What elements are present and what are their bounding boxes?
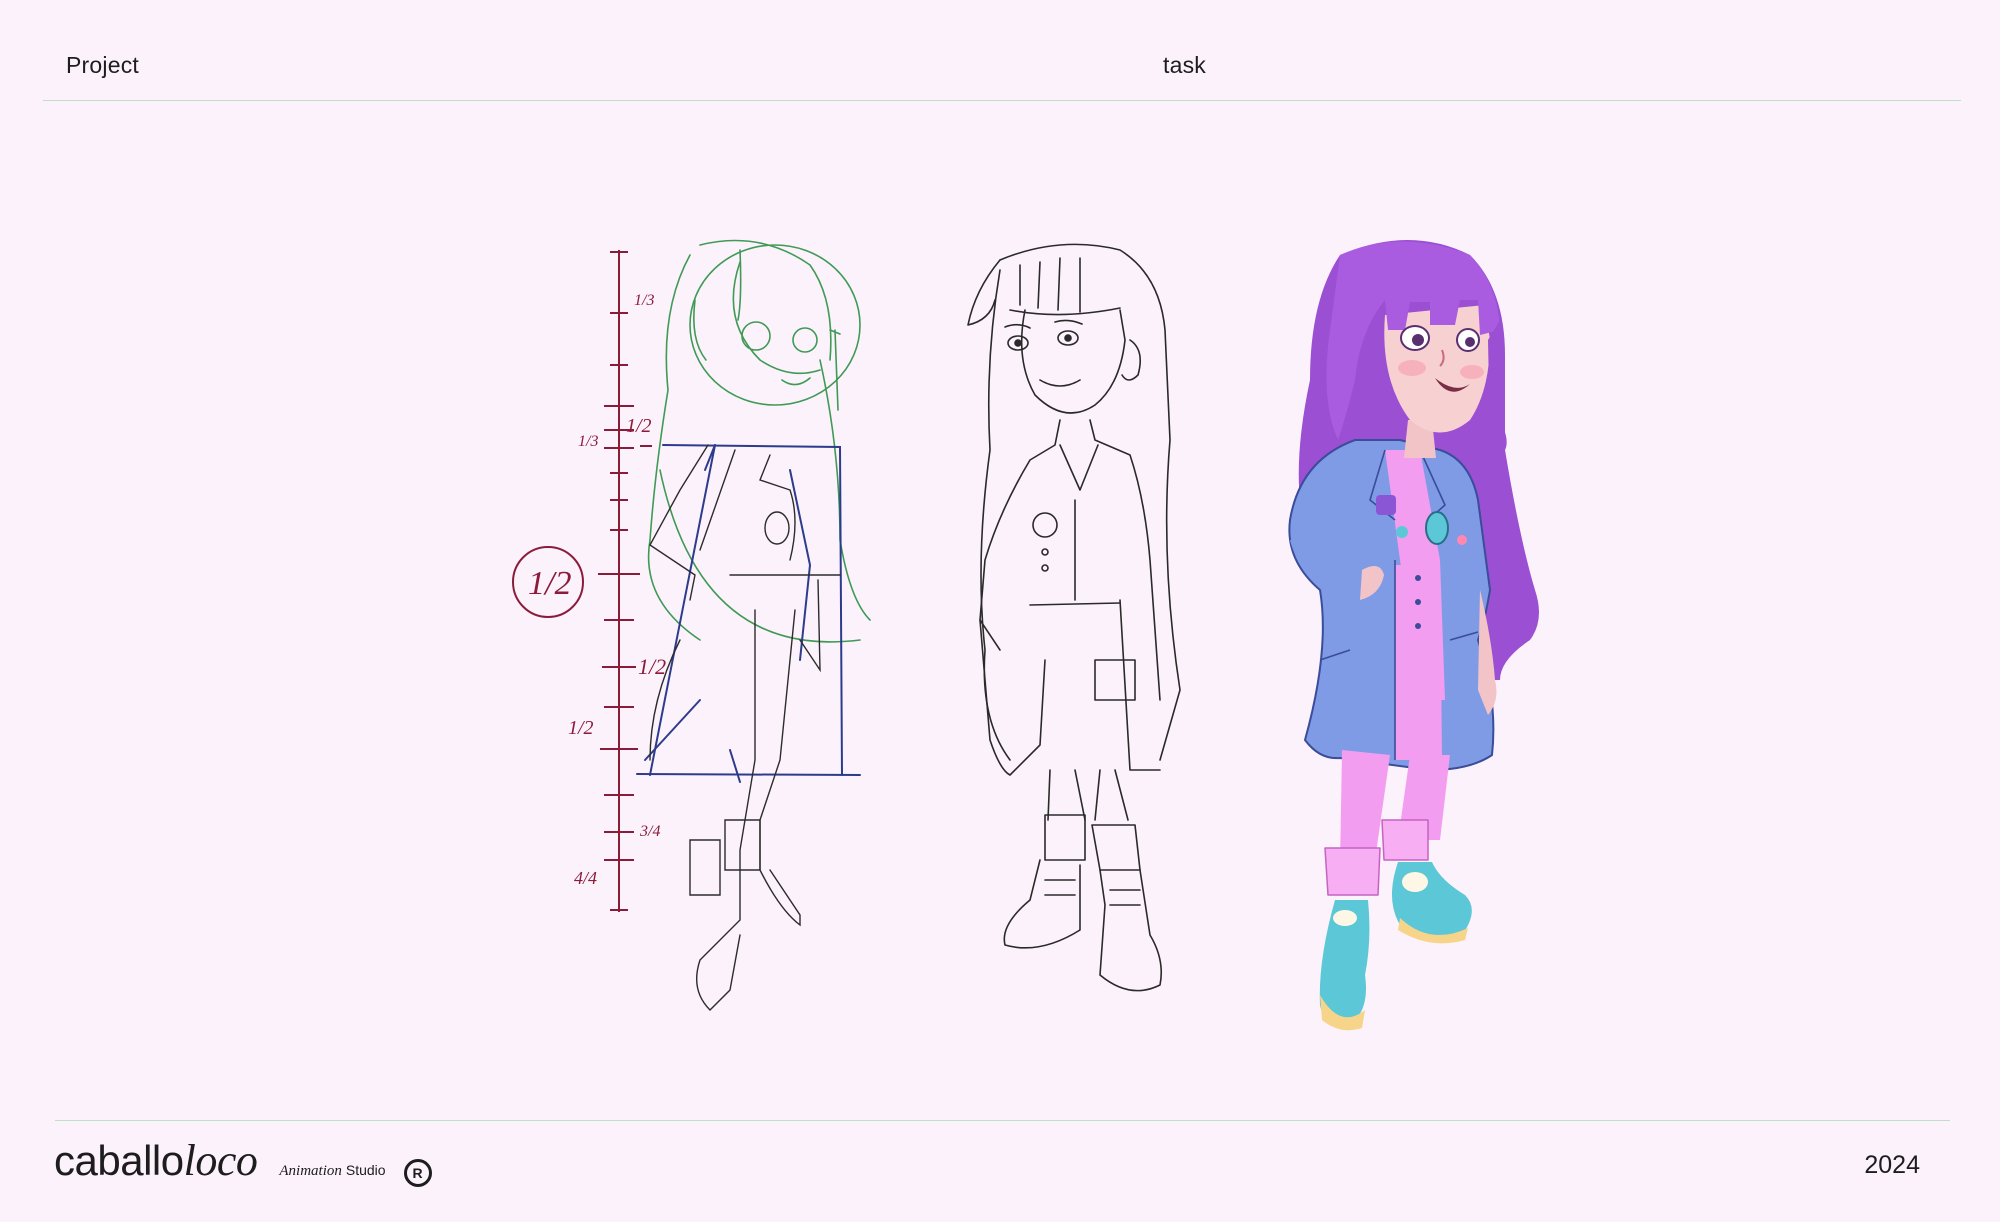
mark-3: 1/3 (578, 433, 598, 450)
mark-8: 4/4 (574, 868, 597, 888)
mark-1: 1/3 (634, 292, 654, 309)
logo-tagline-bold: Studio (345, 1162, 386, 1178)
mark-5: 1/2 (638, 654, 666, 679)
mark-2: 1/2 (626, 415, 652, 437)
character-turnaround-artwork: 1/3 1/2 1/3 1/2 1/2 1/2 3/4 4/4 (512, 239, 1539, 1031)
logo-tagline-italic: Animation (279, 1163, 342, 1179)
colored-character (1288, 240, 1539, 1031)
mark-4: 1/2 (528, 565, 571, 602)
bottom-divider (55, 1120, 1950, 1121)
logo-tagline: Animation Studio (279, 1162, 385, 1180)
studio-logo: caballo loco Animation Studio R (54, 1135, 432, 1195)
logo-word: caballo (54, 1137, 184, 1184)
measure-labels: 1/3 1/2 1/3 1/2 1/2 1/2 3/4 4/4 (528, 292, 666, 888)
registered-mark-icon: R (403, 1159, 432, 1187)
mark-7: 3/4 (639, 823, 660, 840)
construction-sketch (636, 239, 871, 1011)
year-label: 2024 (1864, 1151, 1920, 1179)
line-art-sketch (967, 243, 1181, 992)
logo-italic-word: loco (183, 1136, 258, 1185)
mark-6: 1/2 (568, 717, 594, 739)
